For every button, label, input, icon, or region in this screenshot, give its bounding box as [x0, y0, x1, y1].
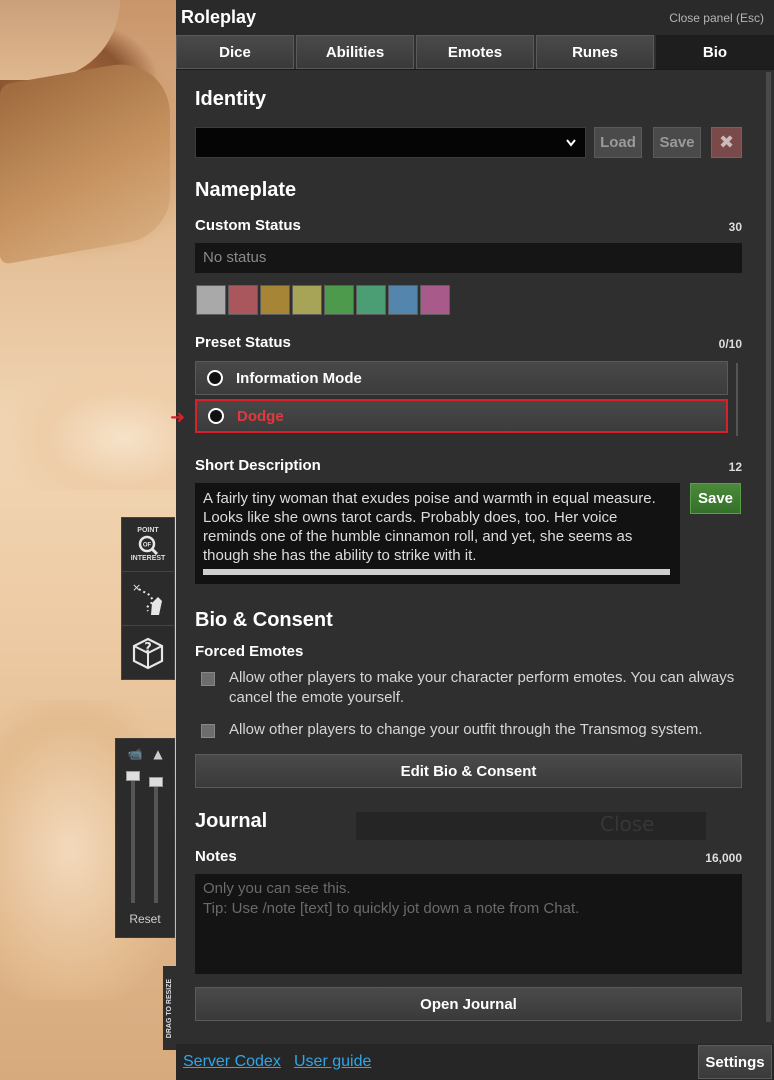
preset-status-label: Preset Status — [195, 334, 291, 351]
bio-consent-heading: Bio & Consent — [195, 609, 333, 631]
panel-title: Roleplay — [181, 7, 257, 27]
drag-to-resize-handle[interactable]: DRAG TO RESIZE — [163, 966, 177, 1050]
drag-to-resize-label: DRAG TO RESIZE — [166, 978, 174, 1038]
color-swatch[interactable] — [228, 285, 258, 315]
nameplate-heading: Nameplate — [195, 179, 297, 201]
checkbox[interactable] — [201, 724, 215, 738]
close-icon: ✖ — [718, 132, 735, 153]
save-identity-button[interactable]: Save — [653, 127, 701, 158]
tab-bio[interactable]: Bio — [656, 35, 774, 69]
color-swatch[interactable] — [356, 285, 386, 315]
path-route-button[interactable]: × — [122, 572, 174, 626]
identity-select[interactable] — [195, 127, 586, 158]
color-swatch[interactable] — [420, 285, 450, 315]
terrain-rock — [0, 55, 170, 265]
chevron-down-icon — [566, 139, 576, 147]
custom-status-input[interactable]: No status — [195, 243, 742, 273]
save-description-button[interactable]: Save — [690, 483, 741, 514]
slider-thumb[interactable] — [126, 771, 140, 781]
roleplay-panel: Roleplay Close panel (Esc) Dice Abilitie… — [176, 0, 774, 1080]
load-identity-button[interactable]: Load — [594, 127, 642, 158]
camera-icon: 📹 — [127, 747, 143, 761]
short-description-label: Short Description — [195, 457, 321, 474]
terrain-dune — [0, 360, 176, 490]
tab-emotes[interactable]: Emotes — [416, 35, 534, 69]
poi-label-bottom: INTEREST — [130, 554, 166, 562]
panel-titlebar[interactable]: Roleplay Close panel (Esc) — [176, 0, 774, 35]
consent-option[interactable]: Allow other players to change your outfi… — [201, 720, 746, 740]
custom-status-count: 30 — [728, 220, 742, 234]
notes-label: Notes — [195, 848, 237, 865]
consent-option-text: Allow other players to change your outfi… — [229, 721, 703, 738]
color-swatch[interactable] — [196, 285, 226, 315]
tree-icon: ▲ — [153, 747, 163, 761]
arrow-right-icon: ➜ — [170, 407, 186, 428]
panel-footer: Server Codex User guide Settings — [176, 1044, 774, 1080]
close-panel-button[interactable]: Close panel (Esc) — [669, 11, 764, 25]
color-swatch[interactable] — [324, 285, 354, 315]
custom-status-label: Custom Status — [195, 217, 301, 234]
tab-bar: Dice Abilities Emotes Runes Bio — [176, 35, 774, 70]
tab-dice[interactable]: Dice — [176, 35, 294, 69]
magnifier-icon: OF — [138, 535, 159, 555]
radio-button[interactable] — [207, 370, 223, 386]
notes-count: 16,000 — [705, 851, 742, 865]
edit-bio-consent-button[interactable]: Edit Bio & Consent — [195, 754, 742, 788]
tab-runes[interactable]: Runes — [536, 35, 654, 69]
svg-text:×: × — [132, 581, 141, 594]
panel-scrollbar[interactable] — [766, 72, 771, 1022]
preset-status-text: Information Mode — [236, 369, 362, 387]
slider-track[interactable] — [131, 773, 135, 903]
preset-status-text: Dodge — [237, 407, 284, 425]
short-description-count: 12 — [728, 460, 742, 474]
journal-heading: Journal — [195, 810, 268, 832]
mystery-box-button[interactable]: ? — [122, 626, 174, 680]
open-journal-button[interactable]: Open Journal — [195, 987, 742, 1021]
description-scrollbar[interactable] — [203, 569, 670, 575]
short-description-text: A fairly tiny woman that exudes poise an… — [203, 490, 656, 564]
identity-heading: Identity — [195, 88, 267, 110]
preset-status-item[interactable]: Dodge — [195, 399, 728, 433]
camera-sliders: 📹 ▲ Reset — [115, 738, 175, 938]
svg-text:?: ? — [144, 641, 152, 656]
slider-track[interactable] — [154, 779, 158, 903]
color-swatch[interactable] — [292, 285, 322, 315]
server-codex-link[interactable]: Server Codex — [183, 1053, 281, 1071]
preset-list-scrollbar[interactable] — [736, 363, 738, 436]
slider-thumb[interactable] — [149, 777, 163, 787]
notes-textarea[interactable]: Only you can see this. Tip: Use /note [t… — [195, 874, 742, 974]
preset-status-item[interactable]: Information Mode — [195, 361, 728, 395]
color-swatch[interactable] — [260, 285, 290, 315]
status-color-swatches — [196, 285, 452, 315]
poi-label-mid: OF — [143, 542, 152, 548]
short-description-textarea[interactable]: A fairly tiny woman that exudes poise an… — [195, 483, 680, 584]
preset-status-count: 0/10 — [718, 337, 742, 351]
reset-button[interactable]: Reset — [116, 912, 174, 926]
notes-placeholder-line: Tip: Use /note [text] to quickly jot dow… — [203, 900, 580, 917]
tab-abilities[interactable]: Abilities — [296, 35, 414, 69]
settings-button[interactable]: Settings — [698, 1045, 772, 1079]
point-of-interest-button[interactable]: POINT OF INTEREST — [122, 518, 174, 572]
notes-placeholder-line: Only you can see this. — [203, 880, 351, 897]
background-dialog-close: Close — [600, 812, 655, 836]
user-guide-link[interactable]: User guide — [294, 1053, 371, 1071]
checkbox[interactable] — [201, 672, 215, 686]
consent-option-text: Allow other players to make your charact… — [229, 669, 735, 706]
map-tools: POINT OF INTEREST × ? — [121, 517, 175, 680]
color-swatch[interactable] — [388, 285, 418, 315]
delete-identity-button[interactable]: ✖ — [711, 127, 742, 158]
poi-label-top: POINT — [137, 526, 159, 534]
radio-button[interactable] — [208, 408, 224, 424]
forced-emotes-label: Forced Emotes — [195, 643, 304, 660]
box-question-icon: ? — [132, 637, 164, 670]
route-icon: × — [132, 581, 162, 615]
consent-option[interactable]: Allow other players to make your charact… — [201, 668, 741, 708]
